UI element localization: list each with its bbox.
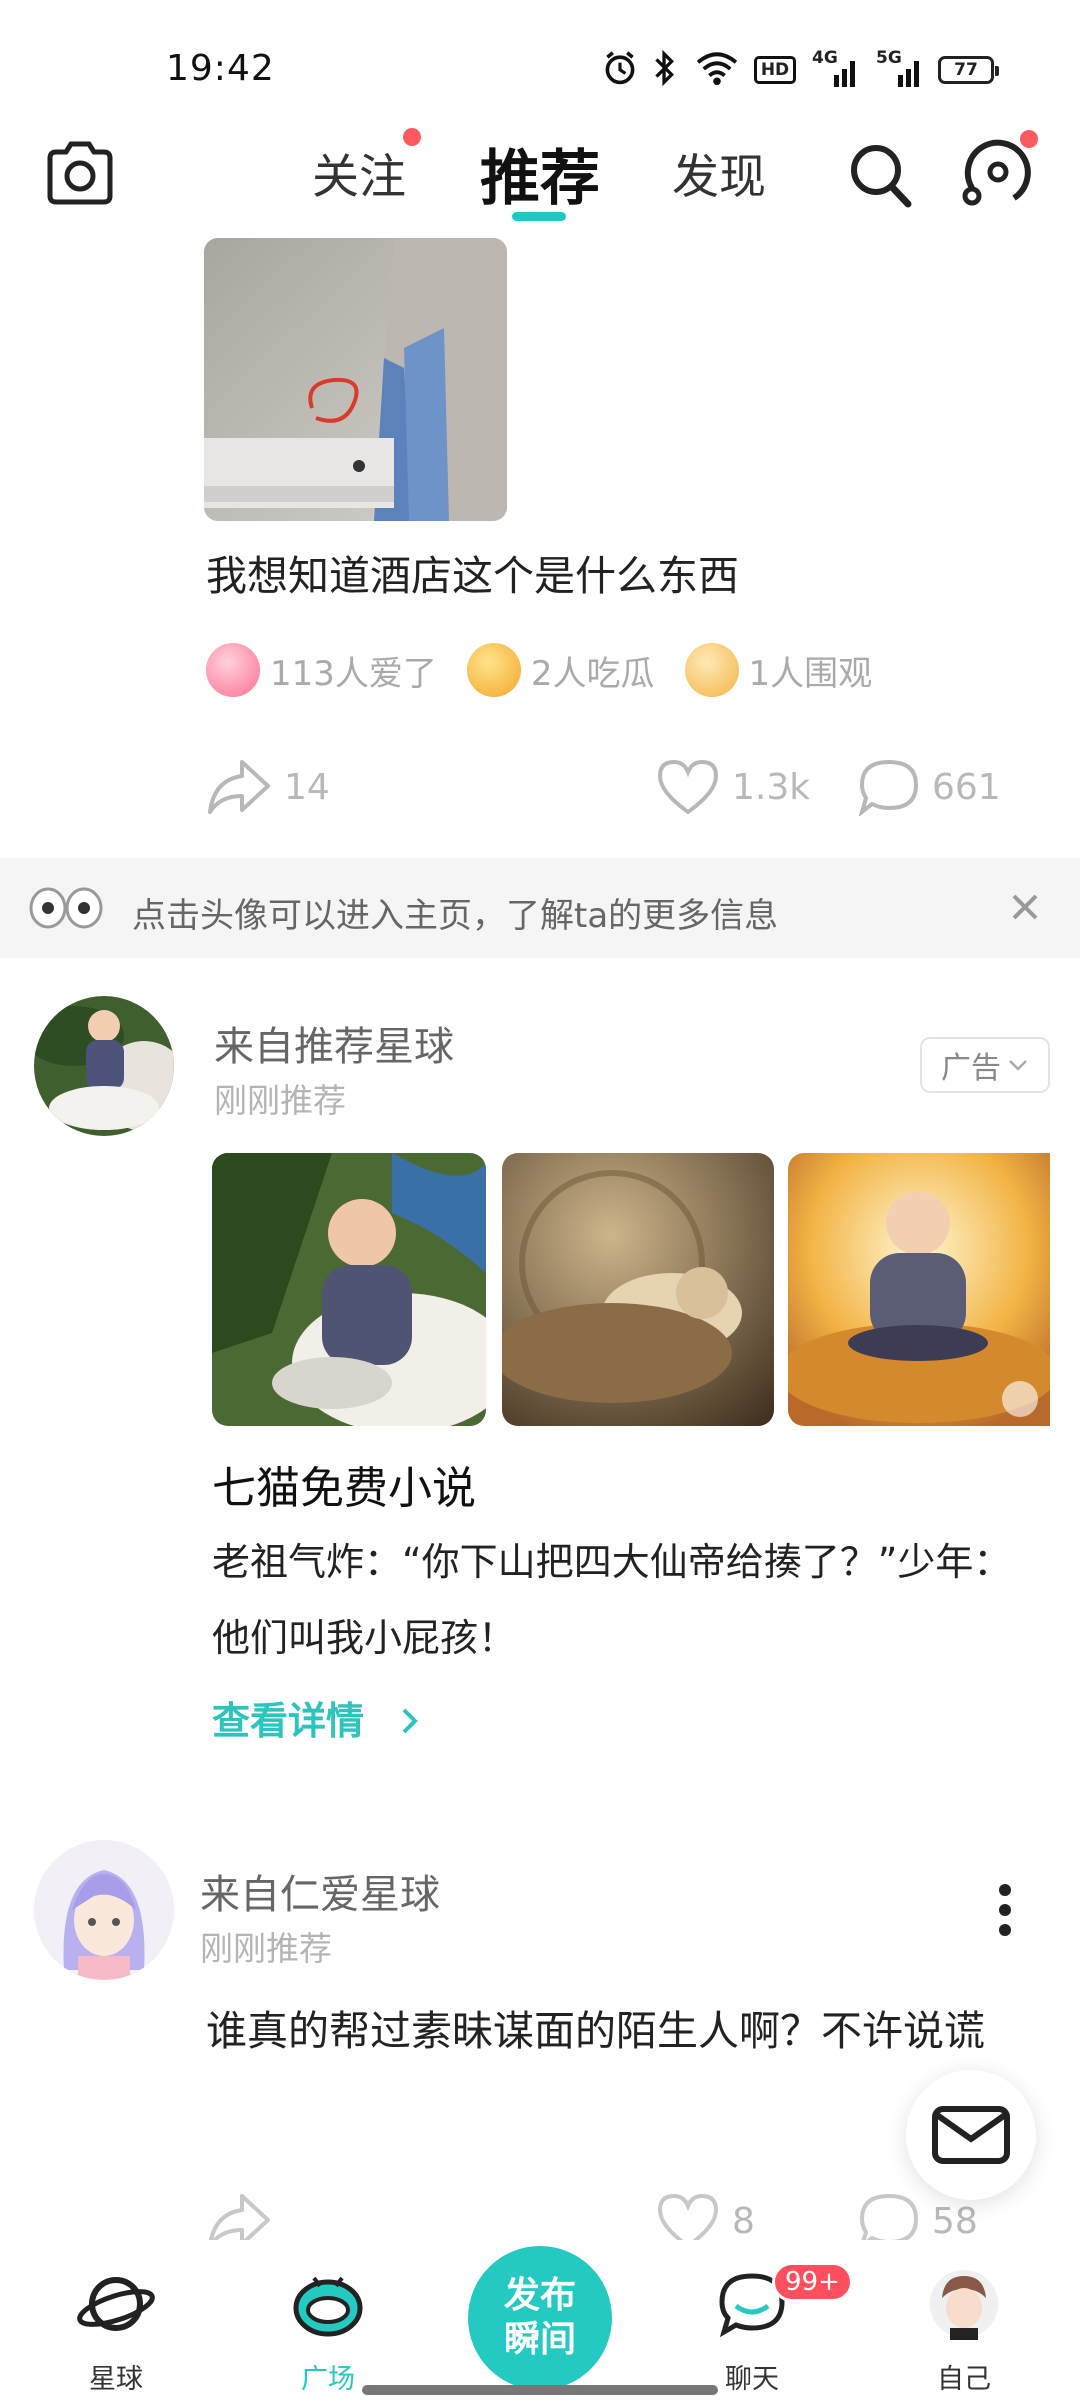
publish-button[interactable]: 发布 瞬间 (468, 2246, 612, 2390)
bluetooth-icon (655, 50, 674, 86)
reaction-eating-label: 2人吃瓜 (530, 653, 655, 694)
post-text[interactable]: 谁真的帮过素昧谋面的陌生人啊？不许说谎 (206, 1990, 1026, 2072)
like-count: 1.3k (732, 766, 811, 808)
avatar-icon (930, 2270, 998, 2340)
ad-image[interactable] (502, 1153, 774, 1426)
planet-icon (77, 2277, 155, 2331)
tab-recommend[interactable]: 推荐 (480, 130, 600, 217)
dog-emoji-icon (684, 643, 739, 697)
view-details-link[interactable]: 查看详情 (212, 1690, 421, 1745)
eating-emoji-icon (466, 643, 521, 697)
signal-icon (834, 61, 855, 87)
post-time: 刚刚推荐 (200, 1929, 332, 1968)
reaction-watching-label: 1人围观 (748, 653, 873, 694)
heart-eyes-emoji-icon (206, 643, 260, 697)
tab-underline (512, 212, 566, 221)
close-icon[interactable] (1010, 892, 1040, 922)
like-button[interactable]: 1.3k (656, 758, 810, 816)
post-image[interactable] (204, 238, 507, 521)
reactions-row: 113人爱了 2人吃瓜 1人围观 (206, 640, 902, 700)
ad-time: 刚刚推荐 (214, 1081, 346, 1120)
hd-indicator: HD (754, 56, 796, 84)
avatar[interactable] (34, 1840, 174, 1980)
mail-icon (932, 2106, 1010, 2164)
nav-me[interactable] (894, 2268, 1034, 2344)
tab-discover[interactable]: 发现 (672, 138, 766, 207)
square-icon (293, 2276, 363, 2337)
signal-icon (898, 61, 919, 87)
wifi-icon (696, 52, 738, 86)
ad-image[interactable] (788, 1153, 1050, 1426)
ad-badge-label: 广告 (941, 1051, 1001, 1086)
music-dot (1020, 130, 1038, 148)
camera-icon[interactable] (44, 140, 116, 206)
share-button[interactable]: 14 (206, 758, 330, 816)
message-button[interactable] (906, 2070, 1036, 2200)
comment-count: 58 (932, 2200, 978, 2242)
publish-label-line2: 瞬间 (503, 2319, 576, 2360)
ad-image[interactable] (212, 1153, 486, 1426)
nav-planet[interactable] (46, 2268, 186, 2344)
nav-planet-label: 星球 (89, 2364, 143, 2395)
chat-badge: 99+ (772, 2262, 853, 2302)
reaction-eating[interactable]: 2人吃瓜 (466, 643, 655, 697)
chevron-down-icon (1009, 1060, 1027, 1071)
publish-label-line1: 发布 (503, 2275, 576, 2316)
like-count: 8 (732, 2200, 755, 2242)
view-details-label: 查看详情 (212, 1699, 365, 1743)
ad-badge[interactable]: 广告 (920, 1037, 1050, 1093)
alarm-icon (605, 51, 635, 85)
tip-text: 点击头像可以进入主页，了解ta的更多信息 (132, 896, 779, 936)
share-icon (208, 760, 270, 814)
heart-icon (657, 759, 719, 815)
nav-me-label: 自己 (937, 2364, 991, 2395)
post-text[interactable]: 我想知道酒店这个是什么东西 (206, 540, 739, 614)
battery-icon: 77 (938, 56, 999, 84)
reaction-love-label: 113人爱了 (270, 653, 437, 694)
ad-title[interactable]: 七猫免费小说 (212, 1452, 476, 1516)
avatar[interactable] (34, 996, 174, 1136)
post-source[interactable]: 来自仁爱星球 (200, 1862, 440, 1920)
reaction-watching[interactable]: 1人围观 (684, 643, 873, 697)
tab-following-dot (403, 128, 421, 146)
search-icon[interactable] (848, 140, 914, 210)
nav-square[interactable] (258, 2268, 398, 2344)
chevron-right-icon (402, 1708, 419, 1734)
status-time: 19:42 (166, 48, 275, 89)
comment-button[interactable]: 661 (858, 758, 1001, 816)
ad-description[interactable]: 老祖气炸：“你下山把四大仙帝给揍了？”少年：他们叫我小屁孩！ (212, 1524, 1032, 1676)
home-indicator (362, 2385, 718, 2395)
tab-following[interactable]: 关注 (312, 138, 406, 207)
comment-icon (858, 759, 919, 816)
reaction-love[interactable]: 113人爱了 (206, 643, 437, 697)
eyes-icon (29, 887, 103, 929)
comment-count: 661 (932, 766, 1001, 808)
ad-source[interactable]: 来自推荐星球 (214, 1014, 454, 1072)
share-count: 14 (284, 766, 330, 808)
more-icon[interactable] (996, 1882, 1014, 1938)
